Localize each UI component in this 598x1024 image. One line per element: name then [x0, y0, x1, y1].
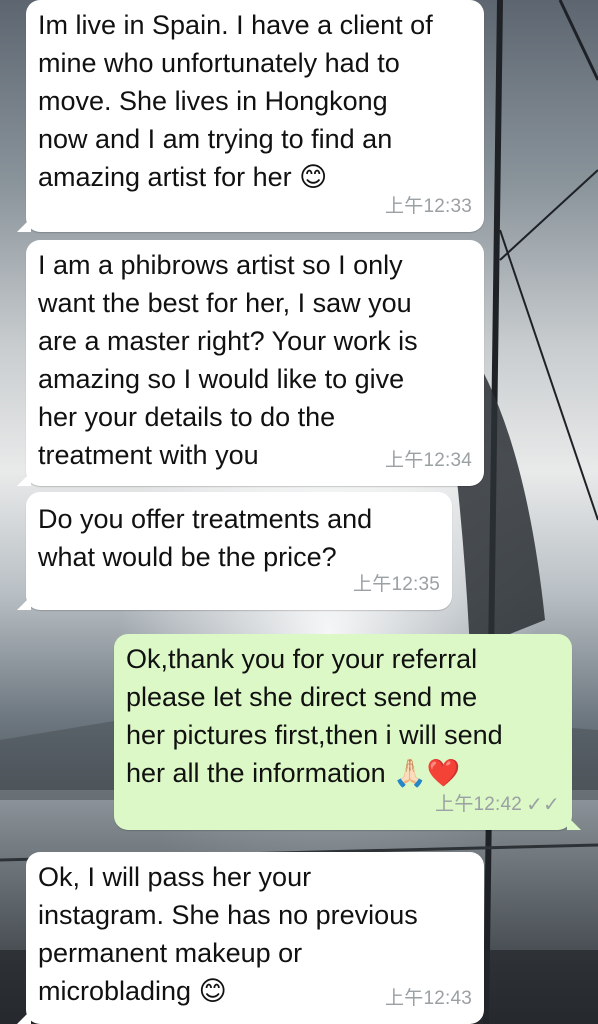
- message-timestamp: 上午12:43: [385, 988, 472, 1009]
- read-ticks-icon: ✓✓: [526, 794, 560, 816]
- smiling-face-emoji-icon: 😊: [198, 976, 227, 1007]
- message-text: I am a phibrows artist so I only want th…: [38, 250, 418, 470]
- message-meta: 上午12:33: [385, 188, 472, 226]
- message-meta: 上午12:34: [385, 442, 472, 480]
- message-bubble-outgoing[interactable]: Ok,thank you for your referral please le…: [114, 634, 581, 830]
- smiling-face-emoji-icon: 😊: [299, 162, 328, 193]
- message-meta: 上午12:35: [353, 566, 440, 604]
- message-timestamp: 上午12:33: [385, 196, 472, 217]
- message-timestamp: 上午12:35: [353, 574, 440, 595]
- message-timestamp: 上午12:34: [385, 450, 472, 471]
- message-bubble-incoming[interactable]: Im live in Spain. I have a client of min…: [17, 0, 484, 232]
- message-meta: 上午12:42 ✓✓: [435, 786, 560, 824]
- message-bubble-incoming[interactable]: Ok, I will pass her your instagram. She …: [17, 852, 484, 1024]
- praying-hands-heart-emoji-icon: 🙏🏻❤️: [393, 758, 461, 789]
- message-bubble-incoming[interactable]: I am a phibrows artist so I only want th…: [17, 240, 484, 486]
- message-text: Im live in Spain. I have a client of min…: [38, 10, 433, 192]
- message-text: Do you offer treatments and what would b…: [38, 504, 373, 572]
- message-meta: 上午12:43: [385, 980, 472, 1018]
- message-text: Ok, I will pass her your instagram. She …: [38, 862, 418, 1006]
- message-bubble-incoming[interactable]: Do you offer treatments and what would b…: [17, 492, 452, 610]
- message-timestamp: 上午12:42: [435, 794, 523, 815]
